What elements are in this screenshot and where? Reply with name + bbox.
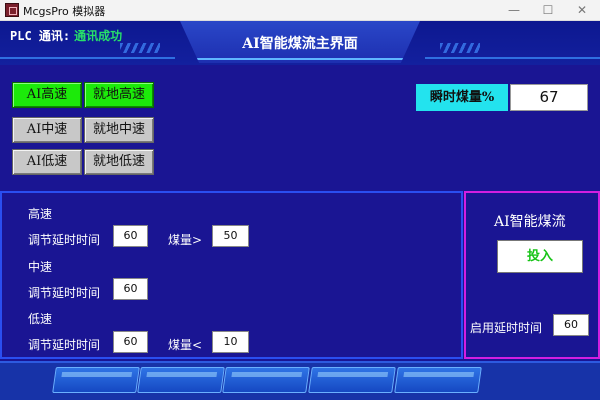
window-title: McgsPro 模拟器 (23, 5, 106, 18)
ai-low-speed-button[interactable]: AI低速 (12, 149, 82, 175)
local-low-speed-button[interactable]: 就地低速 (84, 149, 154, 175)
enable-delay-label: 启用延时时间 (470, 321, 543, 335)
plc-status-label: PLC 通讯: (10, 29, 71, 43)
local-medium-speed-button[interactable]: 就地中速 (84, 117, 154, 143)
medium-speed-title: 中速 (28, 260, 53, 274)
high-speed-threshold-label: 煤量> (168, 233, 203, 247)
app-icon (5, 3, 19, 17)
maximize-button[interactable]: ☐ (531, 0, 565, 21)
low-speed-threshold-label: 煤量< (168, 338, 203, 352)
plc-status-value: 通讯成功 (74, 29, 123, 43)
high-speed-title: 高速 (28, 207, 53, 221)
instant-coal-value: 67 (510, 84, 588, 111)
plc-status: PLC 通讯: 通讯成功 (10, 27, 122, 44)
nav-button-2[interactable] (137, 367, 225, 393)
window-titlebar: McgsPro 模拟器 — ☐ ✕ (0, 0, 600, 21)
header-line-left (0, 57, 175, 59)
low-speed-delay-input[interactable]: 60 (113, 331, 148, 353)
high-speed-delay-input[interactable]: 60 (113, 225, 148, 247)
hmi-surface: PLC 通讯: 通讯成功 AI智能煤流主界面 AI高速 就地高速 AI中速 就地中… (0, 21, 600, 400)
low-speed-title: 低速 (28, 312, 53, 326)
minimize-button[interactable]: — (497, 0, 531, 21)
nav-button-3[interactable] (222, 367, 310, 393)
header-stripes-left (120, 43, 160, 53)
nav-button-1[interactable] (52, 367, 140, 393)
nav-button-4[interactable] (308, 367, 396, 393)
medium-speed-delay-input[interactable]: 60 (113, 278, 148, 300)
low-speed-threshold-input[interactable]: 10 (212, 331, 249, 353)
local-high-speed-button[interactable]: 就地高速 (84, 82, 154, 108)
low-speed-delay-label: 调节延时时间 (28, 338, 101, 352)
header-band: PLC 通讯: 通讯成功 AI智能煤流主界面 (0, 21, 600, 65)
close-button[interactable]: ✕ (565, 0, 599, 21)
ai-engage-button[interactable]: 投入 (497, 240, 583, 273)
high-speed-delay-label: 调节延时时间 (28, 233, 101, 247)
page-title: AI智能煤流主界面 (242, 36, 358, 52)
high-speed-threshold-input[interactable]: 50 (212, 225, 249, 247)
ai-panel-title: AI智能煤流 (494, 214, 566, 230)
ai-medium-speed-button[interactable]: AI中速 (12, 117, 82, 143)
nav-button-5[interactable] (394, 367, 482, 393)
enable-delay-input[interactable]: 60 (553, 314, 589, 336)
header-line-right (425, 57, 600, 59)
instant-coal-label: 瞬时煤量% (416, 84, 508, 111)
header-stripes-right (440, 43, 480, 53)
ai-high-speed-button[interactable]: AI高速 (12, 82, 82, 108)
medium-speed-delay-label: 调节延时时间 (28, 286, 101, 300)
